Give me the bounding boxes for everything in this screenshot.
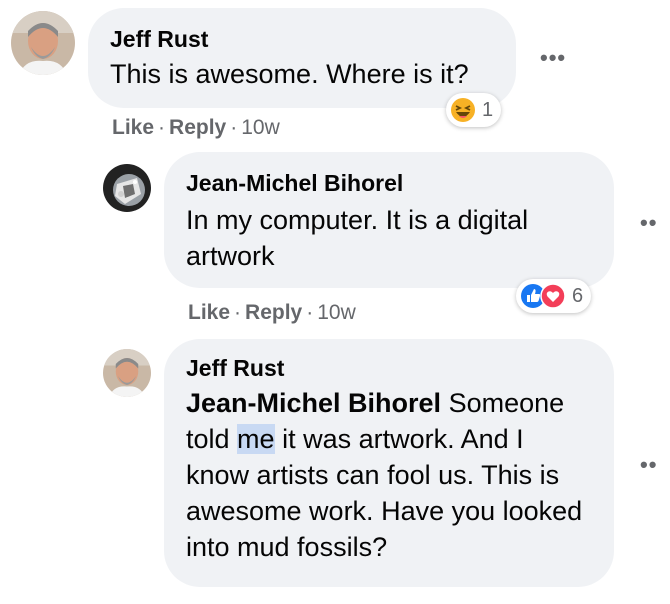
comment-actions: Like · Reply · 10w	[112, 116, 280, 140]
separator: ·	[306, 301, 314, 324]
reply-link[interactable]: Reply	[245, 301, 302, 324]
reaction-count: 1	[482, 98, 494, 121]
haha-icon	[450, 97, 476, 123]
text-selection-highlight: me	[237, 424, 275, 454]
comment-author[interactable]: Jeff Rust	[186, 353, 592, 383]
comment-text: In my computer. It is a digital artwork	[186, 205, 529, 271]
more-options-icon[interactable]: ••	[640, 452, 657, 478]
comment-text: Jean-Michel Bihorel Someone told me it w…	[186, 385, 592, 565]
separator: ·	[230, 116, 238, 139]
comment-bubble: Jeff Rust Jean-Michel Bihorel Someone to…	[164, 339, 614, 587]
reaction-summary[interactable]: 6	[516, 279, 592, 313]
more-options-icon[interactable]: •••	[540, 45, 566, 71]
comment-bubble: Jeff Rust This is awesome. Where is it?	[88, 8, 516, 108]
timestamp[interactable]: 10w	[317, 301, 356, 324]
like-link[interactable]: Like	[188, 301, 230, 324]
comment-bubble: Jean-Michel Bihorel In my computer. It i…	[164, 152, 614, 288]
comment-actions: Like · Reply · 10w	[188, 301, 356, 325]
timestamp[interactable]: 10w	[241, 116, 280, 139]
more-options-icon[interactable]: ••	[640, 210, 657, 236]
avatar-jean-michel-bihorel[interactable]	[103, 164, 151, 212]
mention-link[interactable]: Jean-Michel Bihorel	[186, 388, 441, 418]
comment-text: This is awesome. Where is it?	[110, 59, 469, 89]
separator: ·	[234, 301, 242, 324]
avatar-jeff-rust[interactable]	[103, 349, 151, 397]
avatar-jeff-rust[interactable]	[11, 11, 75, 75]
reply-link[interactable]: Reply	[169, 116, 226, 139]
reaction-count: 6	[572, 284, 584, 307]
comment-author[interactable]: Jeff Rust	[110, 24, 494, 54]
separator: ·	[158, 116, 166, 139]
comment-author[interactable]: Jean-Michel Bihorel	[186, 168, 592, 198]
like-link[interactable]: Like	[112, 116, 154, 139]
reaction-summary[interactable]: 1	[446, 93, 502, 127]
love-icon	[540, 283, 566, 309]
